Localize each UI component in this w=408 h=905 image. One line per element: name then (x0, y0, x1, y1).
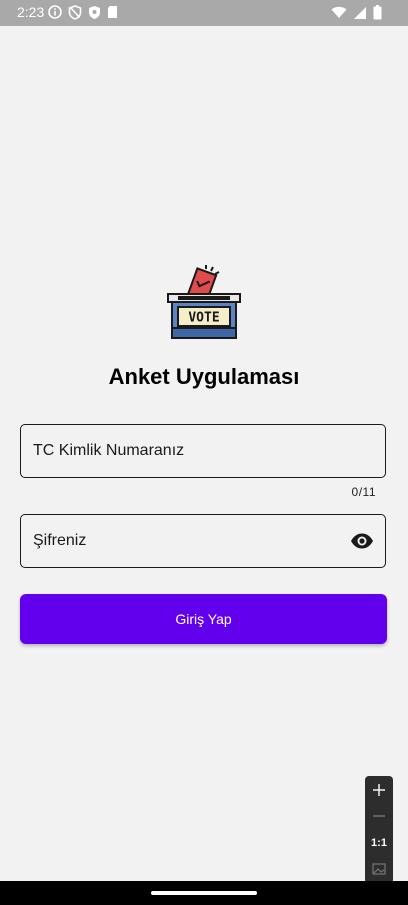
password-input[interactable] (33, 515, 333, 567)
shield-icon (68, 5, 82, 20)
signal-icon (353, 6, 367, 20)
sd-card-icon (107, 5, 118, 20)
tc-id-field[interactable] (20, 424, 386, 478)
login-screen: 2:23 VOTE Anket Uygulaması TC Kimlik Num… (0, 0, 408, 905)
zoom-in-icon[interactable] (365, 778, 393, 802)
zoom-reset-button[interactable]: 1:1 (365, 831, 393, 855)
vote-logo-text: VOTE (188, 311, 219, 326)
image-icon[interactable] (365, 857, 393, 881)
wifi-icon (331, 6, 347, 19)
info-icon (48, 5, 62, 20)
password-field[interactable] (20, 514, 386, 568)
vpn-icon (88, 5, 101, 20)
tc-id-counter: 0/11 (351, 485, 376, 499)
status-time: 2:23 (17, 4, 45, 20)
zoom-out-icon[interactable] (365, 804, 393, 828)
navigation-bar (0, 881, 408, 905)
status-icons-left (48, 5, 118, 20)
zoom-controls: 1:1 (365, 776, 393, 884)
vote-logo: VOTE (164, 263, 244, 343)
status-bar: 2:23 (0, 0, 408, 26)
status-icons-right (331, 5, 382, 20)
eye-icon[interactable] (349, 529, 375, 553)
home-handle[interactable] (151, 891, 257, 895)
app-title: Anket Uygulaması (108, 364, 300, 389)
login-button[interactable]: Giriş Yap (20, 594, 387, 644)
battery-icon (373, 5, 382, 20)
tc-id-input[interactable] (33, 425, 333, 477)
